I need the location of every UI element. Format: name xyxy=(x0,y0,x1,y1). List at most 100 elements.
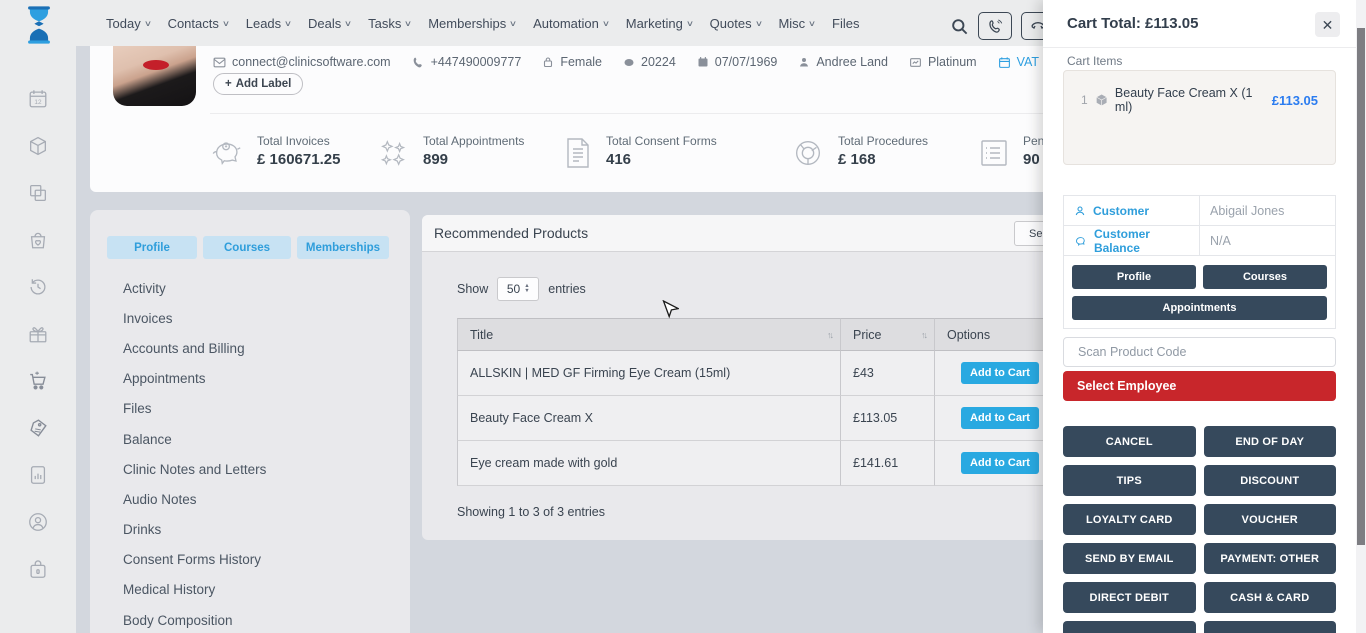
email-icon xyxy=(213,56,226,69)
payment-other-button[interactable]: PAYMENT: OTHER xyxy=(1204,543,1337,574)
product-title: Eye cream made with gold xyxy=(457,441,841,486)
cart-courses-button[interactable]: Courses xyxy=(1203,265,1327,289)
chevron-down-icon: ∨ xyxy=(144,19,152,28)
add-to-cart-button[interactable]: Add to Cart xyxy=(961,407,1039,429)
menu-item-invoices[interactable]: Invoices xyxy=(123,303,390,333)
gift-icon[interactable] xyxy=(27,323,49,345)
package-icon[interactable] xyxy=(27,135,49,157)
customer-photo[interactable] xyxy=(113,46,196,106)
end-of-day-button[interactable]: END OF DAY xyxy=(1204,426,1337,457)
menu-item-body-composition[interactable]: Body Composition xyxy=(123,605,390,633)
scrollbar-thumb[interactable] xyxy=(1357,28,1365,545)
cancel-button[interactable]: CANCEL xyxy=(1063,426,1196,457)
cash-and-card-button[interactable]: CASH & CARD xyxy=(1204,582,1337,613)
contact-info-row: connect@clinicsoftware.com +447490009777… xyxy=(213,55,1144,69)
tag-icon[interactable] xyxy=(27,417,49,439)
loyalty-card-button[interactable]: LOYALTY CARD xyxy=(1063,504,1196,535)
menu-item-activity[interactable]: Activity xyxy=(123,273,390,303)
menu-item-drinks[interactable]: Drinks xyxy=(123,515,390,545)
menu-item-accounts-billing[interactable]: Accounts and Billing xyxy=(123,333,390,363)
nav-memberships[interactable]: Memberships∨ xyxy=(428,16,516,31)
item-name: Beauty Face Cream X (1 ml) xyxy=(1115,86,1265,114)
page-size-select[interactable]: 50▲▼ xyxy=(497,277,539,301)
tab-courses[interactable]: Courses xyxy=(203,236,291,259)
menu-item-files[interactable]: Files xyxy=(123,394,390,424)
contact-phone[interactable]: +447490009777 xyxy=(412,55,522,69)
menu-item-audio-notes[interactable]: Audio Notes xyxy=(123,484,390,514)
table-footer-info: Showing 1 to 3 of 3 entries xyxy=(457,505,605,519)
copy-icon[interactable] xyxy=(27,182,49,204)
nav-leads[interactable]: Leads∨ xyxy=(246,16,291,31)
phone-call-button[interactable] xyxy=(978,12,1012,40)
item-price: £113.05 xyxy=(1272,93,1318,108)
piggy-bank-icon xyxy=(1074,235,1087,247)
left-icon-sidebar: 12 xyxy=(0,0,76,633)
phone-icon xyxy=(988,19,1003,34)
contact-owner[interactable]: Andree Land xyxy=(798,55,888,69)
calendar-icon[interactable]: 12 xyxy=(27,88,49,110)
document-icon xyxy=(563,137,593,169)
history-icon[interactable] xyxy=(27,276,49,298)
topbar-actions xyxy=(950,12,1055,40)
add-to-cart-button[interactable]: Add to Cart xyxy=(961,362,1039,384)
contact-email[interactable]: connect@clinicsoftware.com xyxy=(213,55,391,69)
discount-button[interactable]: DISCOUNT xyxy=(1204,465,1337,496)
contact-gender[interactable]: Female xyxy=(542,55,602,69)
column-header-title[interactable]: Title↑↓ xyxy=(457,318,841,351)
nav-contacts[interactable]: Contacts∨ xyxy=(168,16,229,31)
menu-item-appointments[interactable]: Appointments xyxy=(123,364,390,394)
menu-item-balance[interactable]: Balance xyxy=(123,424,390,454)
add-to-cart-button[interactable]: Add to Cart xyxy=(961,452,1039,474)
account-icon[interactable] xyxy=(27,511,49,533)
vat-calendar-icon xyxy=(998,56,1011,69)
nav-quotes[interactable]: Quotes∨ xyxy=(710,16,762,31)
cart-action-button[interactable] xyxy=(1063,621,1196,633)
add-label-button[interactable]: +Add Label xyxy=(213,73,303,95)
column-header-price[interactable]: Price↑↓ xyxy=(841,318,935,351)
nav-today[interactable]: Today∨ xyxy=(106,16,151,31)
customer-balance-label[interactable]: Customer Balance xyxy=(1064,226,1200,255)
menu-item-medical-history[interactable]: Medical History xyxy=(123,575,390,605)
tips-button[interactable]: TIPS xyxy=(1063,465,1196,496)
product-title: Beauty Face Cream X xyxy=(457,396,841,441)
search-icon[interactable] xyxy=(950,17,969,36)
send-by-email-button[interactable]: SEND BY EMAIL xyxy=(1063,543,1196,574)
nav-files[interactable]: Files xyxy=(832,16,859,31)
close-icon[interactable]: ✕ xyxy=(1315,12,1340,37)
cart-icon[interactable] xyxy=(27,370,49,392)
contact-birthdate[interactable]: 07/07/1969 xyxy=(697,55,778,69)
cart-item[interactable]: 1 Beauty Face Cream X (1 ml) £113.05 xyxy=(1081,86,1318,114)
bag-heart-icon[interactable] xyxy=(27,229,49,251)
cart-action-button[interactable] xyxy=(1204,621,1337,633)
contact-id[interactable]: 20224 xyxy=(623,55,676,69)
nav-marketing[interactable]: Marketing∨ xyxy=(626,16,693,31)
app-logo[interactable] xyxy=(20,5,58,45)
customer-label[interactable]: Customer xyxy=(1064,196,1200,225)
show-label: Show xyxy=(457,282,488,296)
tab-memberships[interactable]: Memberships xyxy=(297,236,389,259)
customer-balance-row: Customer Balance N/A xyxy=(1064,226,1335,256)
select-employee-button[interactable]: Select Employee xyxy=(1063,371,1336,401)
menu-item-consent-forms[interactable]: Consent Forms History xyxy=(123,545,390,575)
chevron-down-icon: ∨ xyxy=(344,19,352,28)
nav-automation[interactable]: Automation∨ xyxy=(533,16,609,31)
page-scrollbar[interactable] xyxy=(1356,0,1366,633)
nav-tasks[interactable]: Tasks∨ xyxy=(368,16,411,31)
locked-case-icon[interactable] xyxy=(27,558,49,580)
direct-debit-button[interactable]: DIRECT DEBIT xyxy=(1063,582,1196,613)
scan-product-code-input[interactable] xyxy=(1063,337,1336,367)
item-quantity: 1 xyxy=(1081,93,1088,107)
badge-icon xyxy=(623,56,635,68)
products-table: Title↑↓ Price↑↓ Options ALLSKIN | MED GF… xyxy=(457,318,1122,486)
report-icon[interactable] xyxy=(27,464,49,486)
nav-deals[interactable]: Deals∨ xyxy=(308,16,351,31)
contact-tier[interactable]: Platinum xyxy=(909,55,977,69)
cart-profile-button[interactable]: Profile xyxy=(1072,265,1196,289)
nav-misc[interactable]: Misc∨ xyxy=(778,16,815,31)
page-size-row: Show 50▲▼ entries xyxy=(457,277,586,301)
voucher-button[interactable]: VOUCHER xyxy=(1204,504,1337,535)
menu-item-clinic-notes[interactable]: Clinic Notes and Letters xyxy=(123,454,390,484)
cart-appointments-button[interactable]: Appointments xyxy=(1072,296,1327,320)
tab-profile[interactable]: Profile xyxy=(107,236,197,259)
piggy-bank-icon xyxy=(210,137,244,169)
